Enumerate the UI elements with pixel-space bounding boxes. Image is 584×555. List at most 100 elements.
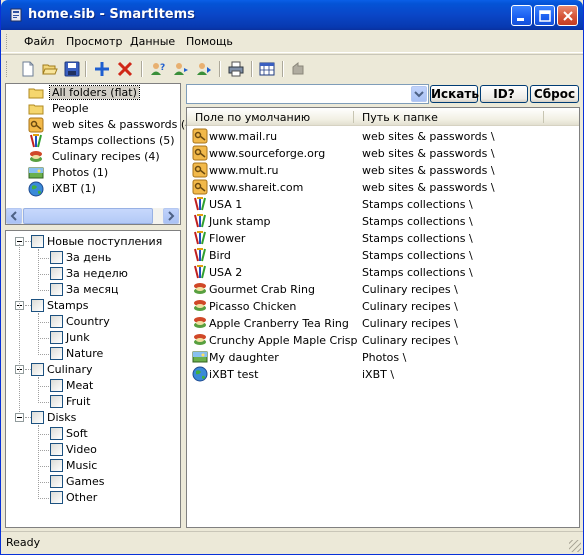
tag-checkbox[interactable] [50, 443, 63, 456]
table-row[interactable]: iXBT test iXBT \ [192, 366, 577, 383]
items-list[interactable]: Поле по умолчанию Путь к папке www.mail.… [186, 107, 580, 528]
tag-checkbox[interactable] [50, 251, 63, 264]
tag-label: Video [66, 443, 97, 456]
resize-grip[interactable] [569, 540, 581, 552]
menu-view[interactable]: Просмотр [66, 35, 122, 48]
add-person-button[interactable] [171, 59, 191, 79]
table-row[interactable]: My daughter Photos \ [192, 349, 577, 366]
find-button[interactable]: Искать [430, 85, 479, 103]
tag-label: Games [66, 475, 105, 488]
scroll-thumb[interactable] [23, 208, 153, 224]
collapse-toggle[interactable] [15, 413, 24, 422]
tree-connector [38, 482, 49, 483]
table-row[interactable]: www.mult.ru web sites & passwords \ [192, 162, 577, 179]
key-icon [192, 128, 208, 144]
tag-checkbox[interactable] [50, 491, 63, 504]
tag-checkbox[interactable] [31, 235, 44, 248]
print-button[interactable] [226, 59, 246, 79]
tree-connector [38, 274, 49, 275]
tag-checkbox[interactable] [31, 363, 44, 376]
tree-connector [38, 450, 49, 451]
table-row[interactable]: Junk stamp Stamps collections \ [192, 213, 577, 230]
table-row[interactable]: USA 2 Stamps collections \ [192, 264, 577, 281]
tag-checkbox[interactable] [50, 331, 63, 344]
tag-label: Music [66, 459, 98, 472]
tag-checkbox[interactable] [50, 395, 63, 408]
menu-grip[interactable] [6, 34, 9, 49]
menu-help[interactable]: Помощь [186, 35, 233, 48]
toolbar-grip[interactable] [6, 61, 9, 77]
tag-checkbox[interactable] [50, 315, 63, 328]
tag-tree[interactable]: Новые поступления За день За неделю За меся… [5, 230, 181, 528]
tag-checkbox[interactable] [50, 427, 63, 440]
tag-checkbox[interactable] [50, 283, 63, 296]
save-button[interactable] [62, 59, 82, 79]
new-button[interactable] [18, 59, 38, 79]
tree-connector [38, 377, 39, 401]
tree-connector [38, 322, 49, 323]
maximize-button[interactable] [534, 5, 555, 26]
tag-label: Nature [66, 347, 104, 360]
tag-checkbox[interactable] [50, 379, 63, 392]
tag-checkbox[interactable] [50, 475, 63, 488]
item-path: web sites & passwords \ [362, 181, 495, 194]
folder-hscrollbar[interactable] [6, 208, 180, 224]
menu-data[interactable]: Данные [130, 35, 175, 48]
column-divider[interactable] [353, 111, 354, 123]
table-row[interactable]: Gourmet Crab Ring Culinary recipes \ [192, 281, 577, 298]
scroll-right-button[interactable] [163, 208, 179, 224]
grid-button[interactable] [257, 59, 277, 79]
item-path: Stamps collections \ [362, 232, 473, 245]
item-name: www.mult.ru [209, 164, 279, 177]
add-person-icon [174, 63, 188, 75]
table-row[interactable]: www.mail.ru web sites & passwords \ [192, 128, 577, 145]
folder-icon [28, 101, 44, 117]
search-combobox[interactable] [186, 84, 429, 104]
title-bar[interactable]: home.sib - SmartItems [1, 0, 583, 30]
chevron-right-icon [168, 211, 175, 221]
delete-button[interactable] [115, 59, 135, 79]
item-path: web sites & passwords \ [362, 147, 495, 160]
menu-file[interactable]: Файл [24, 35, 54, 48]
column-divider[interactable] [543, 111, 544, 123]
menu-bar: Файл Просмотр Данные Помощь [1, 30, 583, 53]
scroll-left-button[interactable] [6, 208, 22, 224]
table-row[interactable]: Flower Stamps collections \ [192, 230, 577, 247]
folder-list[interactable]: All folders (flat) People web sites & pass… [5, 83, 196, 225]
tag-checkbox[interactable] [50, 267, 63, 280]
chevron-left-icon [10, 211, 17, 221]
close-button[interactable] [557, 5, 578, 26]
open-button[interactable] [40, 59, 60, 79]
table-row[interactable]: Bird Stamps collections \ [192, 247, 577, 264]
tag-label: Junk [66, 331, 90, 344]
tag-checkbox[interactable] [50, 347, 63, 360]
id-button[interactable]: ID? [480, 85, 528, 103]
column-header-folder-path[interactable]: Путь к папке [362, 111, 438, 124]
column-header-default-field[interactable]: Поле по умолчанию [195, 111, 310, 124]
search-dropdown-button[interactable] [411, 86, 427, 102]
close-icon [563, 11, 573, 21]
tag-group-label: Culinary [47, 363, 93, 376]
export-button[interactable] [288, 59, 308, 79]
minimize-button[interactable] [511, 5, 532, 26]
maximize-icon [539, 10, 551, 22]
table-row[interactable]: Crunchy Apple Maple Crisp Culinary recipe… [192, 332, 577, 349]
tree-connector [38, 402, 49, 403]
item-name: Bird [209, 249, 231, 262]
table-row[interactable]: USA 1 Stamps collections \ [192, 196, 577, 213]
table-row[interactable]: Apple Cranberry Tea Ring Culinary recipes… [192, 315, 577, 332]
table-row[interactable]: www.shareit.com web sites & passwords \ [192, 179, 577, 196]
reset-button[interactable]: Сброс [530, 85, 579, 103]
table-row[interactable]: Picasso Chicken Culinary recipes \ [192, 298, 577, 315]
tag-checkbox[interactable] [31, 299, 44, 312]
delete-icon [117, 61, 133, 77]
status-bar: Ready [1, 531, 583, 554]
key-icon [192, 179, 208, 195]
find-person-button[interactable]: ? [148, 59, 168, 79]
table-row[interactable]: www.sourceforge.org web sites & passwords… [192, 145, 577, 162]
edit-person-button[interactable] [194, 59, 214, 79]
add-button[interactable] [92, 59, 112, 79]
stamp-icon [192, 196, 208, 212]
tag-checkbox[interactable] [31, 411, 44, 424]
tag-checkbox[interactable] [50, 459, 63, 472]
